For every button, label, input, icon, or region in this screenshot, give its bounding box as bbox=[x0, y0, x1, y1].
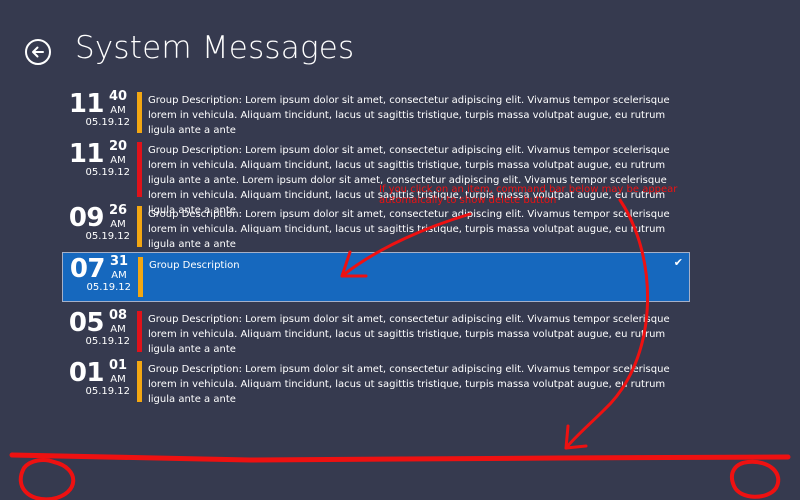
annotation-overlay bbox=[9, 198, 791, 500]
arrow-to-command-bar bbox=[564, 198, 650, 450]
arrow-to-item bbox=[340, 212, 472, 278]
annotation-note: If you click on an item, command bar bel… bbox=[379, 184, 678, 206]
command-bar-line bbox=[9, 452, 791, 463]
circle-left bbox=[18, 458, 76, 500]
circle-right bbox=[729, 459, 781, 499]
